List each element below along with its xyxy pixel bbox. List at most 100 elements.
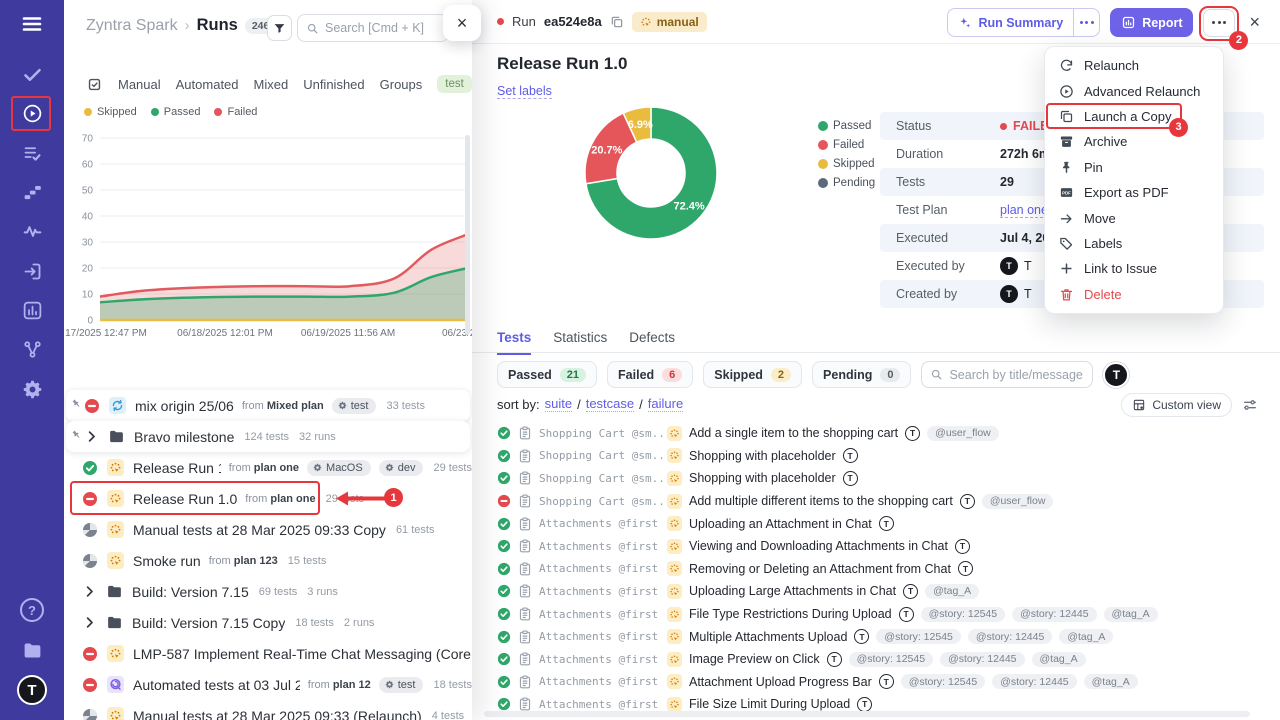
drawer-scrollbar[interactable] [465, 135, 470, 335]
sort-by-failure[interactable]: failure [648, 396, 683, 412]
test-result-row[interactable]: Shopping Cart @sm...Add a single item to… [497, 422, 1267, 445]
clipboard-icon [518, 426, 532, 440]
drawer-close-button[interactable]: × [443, 5, 481, 41]
test-result-row[interactable]: Attachments @firstAttachment Upload Prog… [497, 671, 1267, 694]
run-list-item[interactable]: mix origin 25/06from Mixed plantest33 te… [66, 390, 470, 421]
menu-item-labels[interactable]: Labels [1045, 231, 1223, 256]
run-list-item[interactable]: Manual tests at 28 Mar 2025 09:33 (Relau… [64, 700, 472, 720]
menu-item-label: Advanced Relaunch [1084, 84, 1200, 99]
run-tests-count: 33 tests [386, 400, 425, 412]
runs-tab-automated[interactable]: Automated [176, 77, 239, 92]
run-list-item[interactable]: Build: Version 7.15 Copy18 tests2 runs [64, 607, 472, 638]
test-plan-link[interactable]: plan one [1000, 203, 1048, 218]
sort-by-testcase[interactable]: testcase [586, 396, 634, 412]
run-list-item[interactable]: Smoke runfrom plan 12315 tests [64, 545, 472, 576]
runs-search-input[interactable] [325, 21, 440, 35]
status-dot [1000, 123, 1007, 130]
detail-close-button[interactable]: × [1245, 12, 1264, 33]
custom-view-button[interactable]: Custom view [1121, 393, 1232, 417]
menu-item-relaunch[interactable]: Relaunch [1045, 53, 1223, 78]
assignee-avatar[interactable]: T [1103, 362, 1129, 388]
menu-item-link-to-issue[interactable]: Link to Issue [1045, 256, 1223, 281]
gear-small-icon [385, 680, 394, 689]
assignee-avatar: T [899, 607, 914, 622]
sidebar-item-settings[interactable] [0, 369, 64, 408]
test-result-row[interactable]: Attachments @firstViewing and Downloadin… [497, 535, 1267, 558]
runs-tab-manual[interactable]: Manual [118, 77, 161, 92]
runs-tab-unfinished[interactable]: Unfinished [303, 77, 364, 92]
horizontal-scrollbar[interactable] [484, 711, 1250, 717]
more-actions-button[interactable] [1203, 9, 1235, 37]
chevron-right-icon [82, 615, 97, 630]
run-list-item[interactable]: Release Run 1.0 Copyfrom plan oneMacOSde… [64, 452, 472, 483]
menu-item-export-as-pdf[interactable]: PDFExport as PDF [1045, 180, 1223, 205]
run-actions-menu: Relaunch Advanced Relaunch Launch a Copy3A… [1044, 46, 1224, 314]
hamburger-menu-icon[interactable] [0, 10, 64, 38]
tests-search-input[interactable] [949, 368, 1084, 382]
filter-chip-passed[interactable]: Passed21 [497, 361, 597, 388]
run-summary-more-button[interactable] [1073, 9, 1099, 36]
clipboard-icon [518, 449, 532, 463]
test-result-row[interactable]: Attachments @firstUploading Large Attach… [497, 580, 1267, 603]
status-row-value[interactable]: plan one [1000, 203, 1048, 218]
sidebar-item-projects[interactable] [0, 630, 64, 670]
run-list-item[interactable]: Bravo milestone124 tests32 runs [66, 421, 470, 452]
sidebar-item-milestones[interactable] [0, 173, 64, 212]
test-result-row[interactable]: Attachments @firstMultiple Attachments U… [497, 625, 1267, 648]
test-result-row[interactable]: Attachments @firstUploading an Attachmen… [497, 512, 1267, 535]
sidebar-user-avatar[interactable]: T [0, 670, 64, 710]
run-summary-button[interactable]: Run Summary [947, 8, 1100, 37]
menu-item-launch-a-copy[interactable]: Launch a Copy3 [1045, 104, 1223, 129]
filter-chip-skipped[interactable]: Skipped2 [703, 361, 802, 388]
sidebar-item-traceability[interactable] [0, 330, 64, 369]
legend-item-skipped: Skipped [84, 106, 137, 118]
report-button[interactable]: Report [1110, 8, 1193, 37]
menu-item-move[interactable]: Move [1045, 205, 1223, 230]
legend-dot [818, 121, 828, 131]
test-title: Add multiple different items to the shop… [689, 494, 953, 508]
copy-icon[interactable] [610, 15, 624, 29]
set-labels-link[interactable]: Set labels [497, 84, 552, 99]
filter-chip-failed[interactable]: Failed6 [607, 361, 693, 388]
test-result-row[interactable]: Shopping Cart @sm...Shopping with placeh… [497, 445, 1267, 468]
sidebar-item-analytics[interactable] [0, 291, 64, 330]
sort-by-suite[interactable]: suite [545, 396, 572, 412]
sidebar-item-test-plans[interactable] [0, 134, 64, 173]
test-result-row[interactable]: Shopping Cart @sm...Shopping with placeh… [497, 467, 1267, 490]
environment-badge: test [379, 677, 424, 693]
detail-topbar: Run ea524e8a manual Run Summary Report 2… [472, 0, 1280, 44]
test-result-row[interactable]: Shopping Cart @sm...Add multiple differe… [497, 490, 1267, 513]
menu-item-pin[interactable]: Pin [1045, 155, 1223, 180]
legend-dot [84, 108, 92, 116]
runs-tab-groups[interactable]: Groups [380, 77, 423, 92]
sidebar-item-defects[interactable] [0, 212, 64, 251]
runs-tab-mixed[interactable]: Mixed [254, 77, 289, 92]
test-tag: @user_flow [982, 494, 1054, 509]
run-from-plan: from plan 123 [209, 555, 278, 567]
tag-chip[interactable]: test [437, 75, 472, 93]
sidebar-item-test-cases[interactable] [0, 55, 64, 94]
status-passed-icon [497, 471, 511, 485]
sidebar-item-imports[interactable] [0, 251, 64, 290]
run-list-item[interactable]: Build: Version 7.1569 tests3 runs [64, 576, 472, 607]
sidebar-item-help[interactable]: ? [0, 590, 64, 630]
filter-chip-pending[interactable]: Pending0 [812, 361, 911, 388]
test-result-row[interactable]: Attachments @firstRemoving or Deleting a… [497, 558, 1267, 581]
filter-count-badge: 21 [560, 368, 586, 382]
test-tag: @story: 12445 [940, 652, 1024, 667]
sliders-icon[interactable] [1242, 397, 1258, 413]
folder-dark-icon [106, 583, 123, 600]
menu-item-advanced-relaunch[interactable]: Advanced Relaunch [1045, 78, 1223, 103]
menu-item-delete[interactable]: Delete [1045, 282, 1223, 307]
run-list-item[interactable]: Release Run 1.0from plan one29 tests1 [64, 483, 472, 514]
filter-button[interactable] [267, 15, 292, 41]
manual-run-icon [107, 459, 124, 476]
menu-item-archive[interactable]: Archive [1045, 129, 1223, 154]
run-list-item[interactable]: Automated tests at 03 Jul 2025 13:25from… [64, 669, 472, 700]
test-result-row[interactable]: Attachments @firstImage Preview on Click… [497, 648, 1267, 671]
run-list-item[interactable]: Manual tests at 28 Mar 2025 09:33 Copy61… [64, 514, 472, 545]
sidebar-item-runs[interactable] [0, 94, 64, 133]
breadcrumb-project[interactable]: Zyntra Spark [86, 17, 178, 35]
test-result-row[interactable]: Attachments @firstFile Type Restrictions… [497, 603, 1267, 626]
run-list-item[interactable]: LMP-587 Implement Real-Time Chat Messagi… [64, 638, 472, 669]
